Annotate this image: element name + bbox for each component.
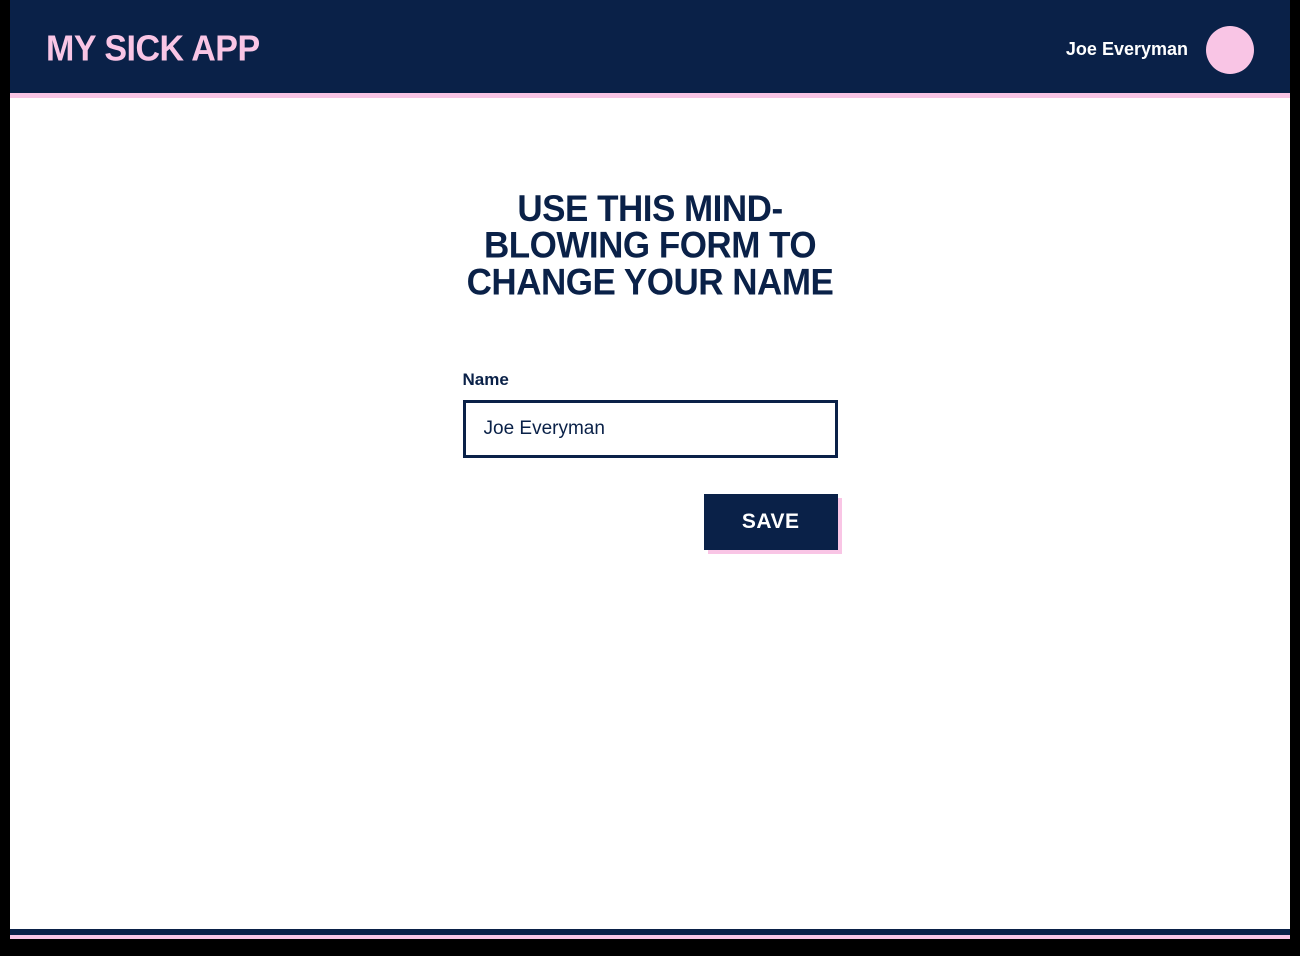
user-name-display: Joe Everyman <box>1066 39 1188 60</box>
page-heading: USE THIS MIND-BLOWING FORM TO CHANGE YOU… <box>463 190 838 300</box>
button-row: SAVE <box>463 494 838 550</box>
avatar[interactable] <box>1206 26 1254 74</box>
name-input[interactable] <box>463 400 838 458</box>
form-wrapper: USE THIS MIND-BLOWING FORM TO CHANGE YOU… <box>463 193 838 550</box>
pink-bottom-accent <box>10 935 1290 939</box>
name-field-label: Name <box>463 370 838 390</box>
user-section: Joe Everyman <box>1066 26 1254 74</box>
save-button[interactable]: SAVE <box>704 494 838 550</box>
app-title: MY SICK APP <box>46 29 260 70</box>
app-header: MY SICK APP Joe Everyman <box>10 6 1290 98</box>
main-content: USE THIS MIND-BLOWING FORM TO CHANGE YOU… <box>10 98 1290 550</box>
